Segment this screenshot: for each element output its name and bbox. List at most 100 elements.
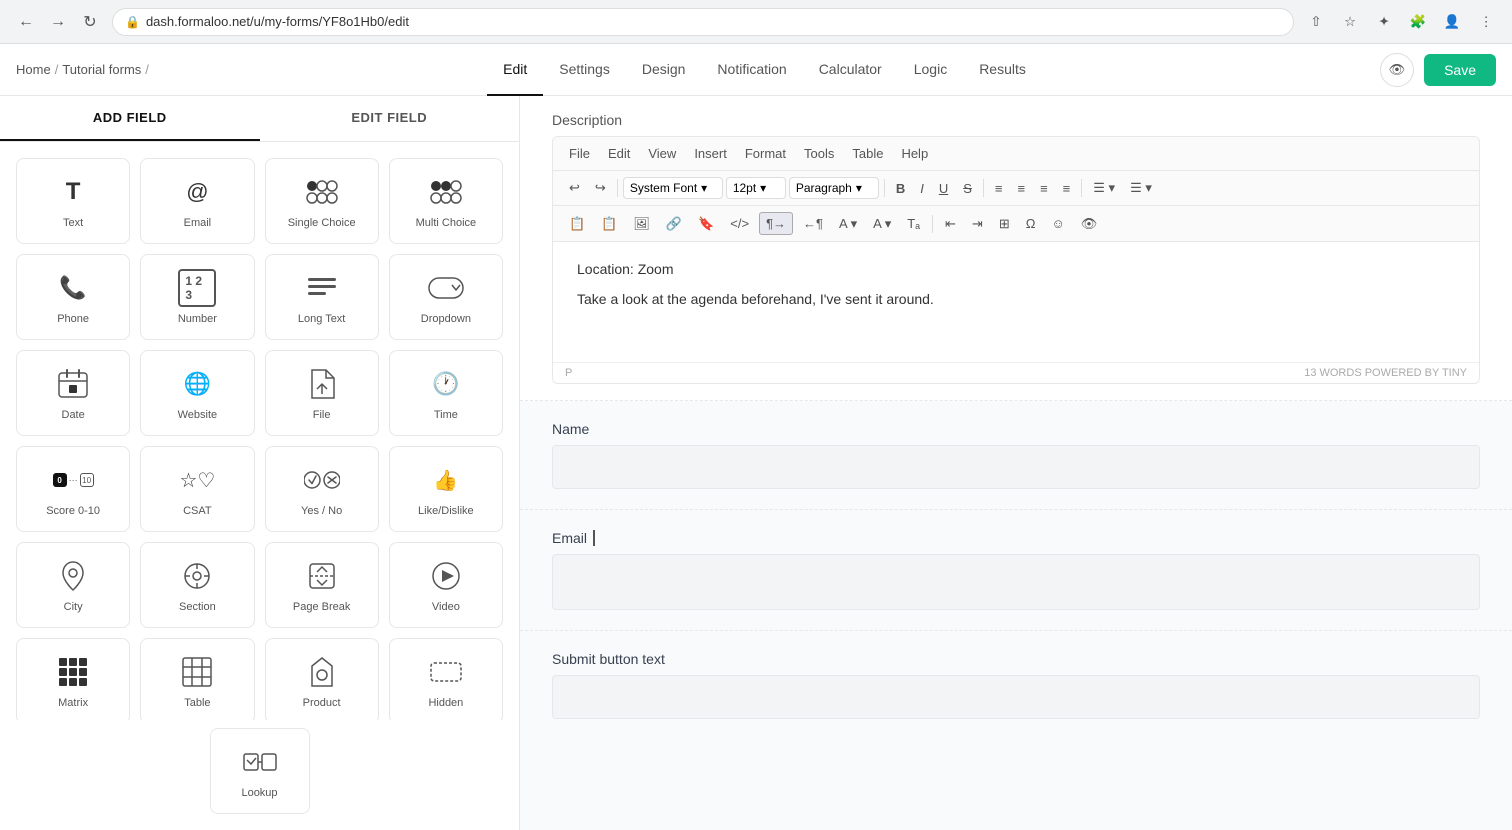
name-field-input[interactable] [552,445,1480,489]
field-item-long-text[interactable]: Long Text [265,254,379,340]
bookmark-btn[interactable]: 🔖 [692,213,720,235]
underline-button[interactable]: U [933,178,954,199]
highlight-button[interactable]: A ▾ [867,213,897,235]
align-center-button[interactable]: ≡ [1011,178,1031,199]
field-item-text[interactable]: T Text [16,158,130,244]
lookup-label: Lookup [241,787,277,799]
page-break-icon [303,557,341,595]
special-char-button[interactable]: Ω [1020,213,1042,234]
list-button[interactable]: ☰ ▾ [1087,177,1121,199]
field-item-matrix[interactable]: Matrix [16,638,130,720]
tab-add-field[interactable]: ADD FIELD [0,96,260,141]
field-item-csat[interactable]: ☆♡ CSAT [140,446,254,532]
share-button[interactable]: ⇧ [1302,8,1330,36]
refresh-button[interactable]: ↻ [76,8,104,36]
extension-button[interactable]: ✦ [1370,8,1398,36]
indent-increase[interactable]: ⇥ [966,213,989,235]
field-item-product[interactable]: Product [265,638,379,720]
puzzle-button[interactable]: 🧩 [1404,8,1432,36]
bold-button[interactable]: B [890,178,911,199]
tab-calculator[interactable]: Calculator [803,44,898,96]
name-field-label: Name [552,421,1480,437]
field-item-website[interactable]: 🌐 Website [140,350,254,436]
tab-settings[interactable]: Settings [543,44,626,96]
align-justify-button[interactable]: ≡ [1057,178,1077,199]
font-select[interactable]: System Font ▾ [623,177,723,199]
bookmark-button[interactable]: ☆ [1336,8,1364,36]
text-direction-button[interactable]: ¶→ [759,212,793,235]
field-item-single-choice[interactable]: Single Choice [265,158,379,244]
font-size-adjust[interactable]: Tₐ [901,213,926,234]
menu-table[interactable]: Table [846,143,889,164]
editor-paragraph-indicator: P [565,367,572,379]
field-item-city[interactable]: City [16,542,130,628]
link-button[interactable]: 🔗 [660,213,688,235]
menu-help[interactable]: Help [895,143,934,164]
description-label: Description [520,96,1512,136]
field-item-number[interactable]: 1 2 3 Number [140,254,254,340]
field-item-file[interactable]: File [265,350,379,436]
paste-button[interactable]: 📋 [563,213,591,235]
clipboard-button[interactable]: 📋 [595,213,623,235]
tab-results[interactable]: Results [963,44,1042,96]
tab-design[interactable]: Design [626,44,702,96]
italic-button[interactable]: I [914,178,930,199]
field-item-section[interactable]: Section [140,542,254,628]
field-item-yes-no[interactable]: Yes / No [265,446,379,532]
editor-content[interactable]: Location: Zoom Take a look at the agenda… [553,242,1479,362]
field-item-lookup[interactable]: Lookup [210,728,310,814]
redo-button[interactable]: ↪ [589,177,612,199]
menu-format[interactable]: Format [739,143,792,164]
tab-edit[interactable]: Edit [487,44,543,96]
tab-edit-field[interactable]: EDIT FIELD [260,96,520,141]
field-item-email[interactable]: @ Email [140,158,254,244]
field-item-table[interactable]: Table [140,638,254,720]
forward-button[interactable]: → [44,8,72,36]
menu-button[interactable]: ⋮ [1472,8,1500,36]
back-button[interactable]: ← [12,8,40,36]
tab-notification[interactable]: Notification [701,44,802,96]
field-item-multi-choice[interactable]: Multi Choice [389,158,503,244]
address-bar[interactable]: 🔒 dash.formaloo.net/u/my-forms/YF8o1Hb0/… [112,8,1294,36]
font-color-button[interactable]: A ▾ [833,213,863,235]
preview-button[interactable]: 👁 [1380,53,1414,87]
save-button[interactable]: Save [1424,54,1496,86]
email-field-container: Email [520,510,1512,631]
menu-edit[interactable]: Edit [602,143,636,164]
strikethrough-button[interactable]: S [957,178,978,199]
align-left-button[interactable]: ≡ [989,178,1009,199]
profile-button[interactable]: 👤 [1438,8,1466,36]
field-item-page-break[interactable]: Page Break [265,542,379,628]
field-item-score[interactable]: 0 ··· 10 Score 0-10 [16,446,130,532]
image-button[interactable]: 🖼 [627,213,656,235]
breadcrumb-tutorial-forms[interactable]: Tutorial forms [62,62,141,77]
field-item-dropdown[interactable]: Dropdown [389,254,503,340]
menu-view[interactable]: View [642,143,682,164]
field-item-video[interactable]: Video [389,542,503,628]
field-item-time[interactable]: 🕐 Time [389,350,503,436]
table-btn[interactable]: ⊞ [993,213,1016,235]
email-icon: @ [178,173,216,211]
website-label: Website [178,409,218,421]
field-item-phone[interactable]: 📞 Phone [16,254,130,340]
ordered-list-button[interactable]: ☰ ▾ [1124,177,1158,199]
indent-decrease[interactable]: ⇤ [939,213,962,235]
menu-file[interactable]: File [563,143,596,164]
field-item-like-dislike[interactable]: 👍 Like/Dislike [389,446,503,532]
tab-logic[interactable]: Logic [898,44,963,96]
undo-button[interactable]: ↩ [563,177,586,199]
preview-toggle[interactable]: 👁 [1075,213,1104,235]
menu-tools[interactable]: Tools [798,143,840,164]
field-item-hidden[interactable]: Hidden [389,638,503,720]
code-button[interactable]: </> [724,213,755,234]
font-size-select[interactable]: 12pt ▾ [726,177,786,199]
breadcrumb-home[interactable]: Home [16,62,51,77]
paragraph-style[interactable]: Paragraph ▾ [789,177,879,199]
email-field-input[interactable] [552,554,1480,610]
field-item-date[interactable]: Date [16,350,130,436]
emoji-button[interactable]: ☺ [1045,213,1070,234]
rtl-button[interactable]: ←¶ [797,213,829,234]
menu-insert[interactable]: Insert [688,143,733,164]
submit-field-input[interactable] [552,675,1480,719]
align-right-button[interactable]: ≡ [1034,178,1054,199]
